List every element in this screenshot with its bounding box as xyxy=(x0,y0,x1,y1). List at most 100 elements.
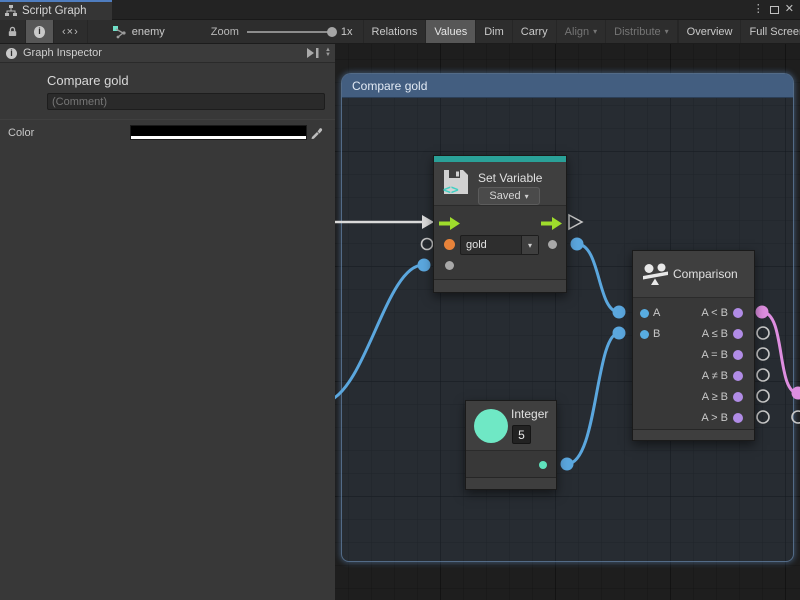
set-variable-header: <> Set Variable Saved ▾ xyxy=(434,162,566,206)
unconnected-port-ring[interactable] xyxy=(757,411,769,423)
inspector-toggle-button[interactable]: i xyxy=(26,20,54,43)
zoom-slider[interactable] xyxy=(247,31,333,33)
maximize-icon[interactable] xyxy=(770,6,779,14)
comparison-scale-icon xyxy=(642,263,669,287)
node-integer-literal[interactable]: Integer 5 xyxy=(465,400,557,490)
info-icon: i xyxy=(6,48,17,59)
window-menu-icon[interactable]: ⋮ xyxy=(753,4,764,15)
output-label-a-gt-b: A > B xyxy=(701,412,728,424)
dock-panel-icon[interactable] xyxy=(306,48,320,58)
relations-label: Relations xyxy=(372,26,418,38)
tab-script-graph[interactable]: Script Graph xyxy=(0,0,112,20)
info-icon: i xyxy=(34,26,45,38)
toolbar-button-align[interactable]: Align ▾ xyxy=(557,20,606,43)
integer-value-field[interactable]: 5 xyxy=(512,425,531,444)
graph-reference-label: enemy xyxy=(132,26,165,38)
fallback-value-port[interactable] xyxy=(445,261,454,270)
output-label-a-eq-b: A = B xyxy=(701,349,728,361)
output-port-a-eq-b[interactable] xyxy=(733,350,743,360)
node-footer xyxy=(633,429,754,440)
output-port-a-gt-b[interactable] xyxy=(733,413,743,423)
lock-button[interactable] xyxy=(0,20,26,43)
flow-in-port[interactable] xyxy=(439,217,460,230)
connection-aless-b-out[interactable] xyxy=(762,312,798,393)
node-set-variable[interactable]: <> Set Variable Saved ▾ gold ▾ xyxy=(433,155,567,293)
graph-inspector-header: i Graph Inspector ▲ ▼ xyxy=(0,44,335,63)
integer-type-icon xyxy=(474,409,508,443)
output-port-a-lt-b[interactable] xyxy=(733,308,743,318)
input-port-a[interactable] xyxy=(640,309,649,318)
toolbar-button-carry[interactable]: Carry xyxy=(513,20,557,43)
input-label-a: A xyxy=(653,307,660,319)
node-title: Set Variable xyxy=(478,171,542,185)
unconnected-port-ring[interactable] xyxy=(757,327,769,339)
close-icon[interactable]: ✕ xyxy=(785,4,794,15)
unconnected-port-ring[interactable] xyxy=(792,411,800,423)
caret-down-icon: ▾ xyxy=(593,27,597,36)
variable-name-port[interactable] xyxy=(444,239,455,250)
graph-reference[interactable]: enemy xyxy=(88,20,175,43)
connection-end-dot[interactable] xyxy=(792,387,800,400)
output-label-a-gte-b: A ≥ B xyxy=(702,391,728,403)
zoom-slider-handle[interactable] xyxy=(327,27,337,37)
values-label: Values xyxy=(434,26,467,38)
zoom-control: Zoom 1x xyxy=(201,20,363,43)
color-field-row: Color xyxy=(0,125,335,140)
unconnected-port-ring[interactable] xyxy=(757,369,769,381)
toolbar-button-dim[interactable]: Dim xyxy=(476,20,513,43)
inspected-graph-title: Compare gold xyxy=(47,73,335,88)
connection-end-dot[interactable] xyxy=(418,259,431,272)
variable-name-value: gold xyxy=(461,236,521,254)
comment-input[interactable] xyxy=(47,93,325,110)
code-view-button[interactable]: ‹×› xyxy=(54,20,88,43)
connection-start-dot[interactable] xyxy=(756,306,769,319)
unconnected-flow-triangle[interactable] xyxy=(569,215,582,229)
unconnected-port-ring[interactable] xyxy=(757,348,769,360)
svg-text:<>: <> xyxy=(443,183,459,197)
output-port-a-gte-b[interactable] xyxy=(733,392,743,402)
variable-name-dropdown[interactable]: gold ▾ xyxy=(460,235,539,255)
integer-header: Integer 5 xyxy=(466,401,556,451)
toolbar-button-distribute[interactable]: Distribute ▾ xyxy=(606,20,677,43)
unconnected-port-ring[interactable] xyxy=(422,239,433,250)
eyedropper-icon xyxy=(310,126,323,139)
connection-end-dot[interactable] xyxy=(613,306,626,319)
output-label-a-neq-b: A ≠ B xyxy=(702,370,728,382)
output-value-port[interactable] xyxy=(548,240,557,249)
connection-start-dot[interactable] xyxy=(571,238,584,251)
toolbar-button-fullscreen[interactable]: Full Screen xyxy=(741,20,800,43)
color-swatch[interactable] xyxy=(130,125,307,140)
connection-end-dot[interactable] xyxy=(613,327,626,340)
connection-integer-to-b[interactable] xyxy=(567,333,619,464)
integer-output-port[interactable] xyxy=(539,461,547,469)
unity-script-graph-window: Script Graph ⋮ ✕ i ‹×› xyxy=(0,0,800,600)
variable-kind-dropdown[interactable]: Saved ▾ xyxy=(478,187,540,205)
eyedropper-button[interactable] xyxy=(307,125,325,140)
panel-scroll-spinner[interactable]: ▲ ▼ xyxy=(325,48,331,58)
node-comparison[interactable]: Comparison A B A < B A ≤ B A = B A ≠ B A… xyxy=(632,250,755,441)
caret-down-icon: ▾ xyxy=(521,236,538,254)
unconnected-port-ring[interactable] xyxy=(757,390,769,402)
overview-label: Overview xyxy=(687,26,733,38)
distribute-label: Distribute xyxy=(614,26,660,38)
toolbar-button-relations[interactable]: Relations xyxy=(363,20,427,43)
output-port-a-lte-b[interactable] xyxy=(733,329,743,339)
zoom-value: 1x xyxy=(341,26,353,38)
spin-down-icon[interactable]: ▼ xyxy=(325,53,331,58)
input-label-b: B xyxy=(653,328,660,340)
connection-setvariable-to-a[interactable] xyxy=(577,244,619,312)
code-view-icon: ‹×› xyxy=(62,26,79,38)
lock-icon xyxy=(8,25,17,38)
toolbar-button-values[interactable]: Values xyxy=(426,20,476,43)
graph-toolbar: i ‹×› enemy Zoom 1x Relations Values xyxy=(0,20,800,44)
connection-start-dot[interactable] xyxy=(561,458,574,471)
toolbar-button-overview[interactable]: Overview xyxy=(678,20,742,43)
script-graph-icon xyxy=(5,5,17,17)
flow-out-port[interactable] xyxy=(541,217,562,230)
output-port-a-neq-b[interactable] xyxy=(733,371,743,381)
input-port-b[interactable] xyxy=(640,330,649,339)
value-connection-to-set-variable[interactable] xyxy=(335,265,423,401)
graph-canvas: Compare gold xyxy=(335,44,800,600)
title-bar: Script Graph ⋮ ✕ xyxy=(0,0,800,20)
caret-down-icon: ▾ xyxy=(525,192,529,201)
